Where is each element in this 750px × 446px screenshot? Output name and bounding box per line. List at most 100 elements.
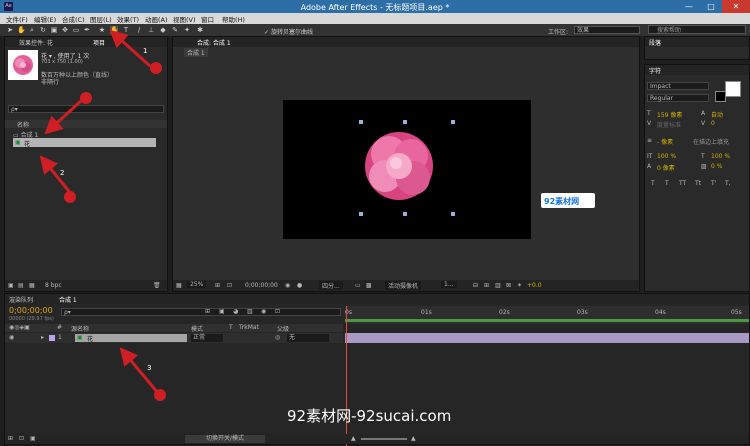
mask-tool-icon[interactable]: ▭: [72, 26, 80, 34]
flowchart-icon[interactable]: ⊠: [506, 282, 511, 289]
table-row[interactable]: ◉ ▸ 1 ▣ 花 正常 ◎ 无: [5, 333, 343, 343]
menu-effect[interactable]: 效果(T): [117, 14, 139, 24]
interpret-footage-icon[interactable]: ▣: [8, 282, 14, 289]
expand-layer-icon[interactable]: ▸: [41, 334, 44, 341]
mask-visibility-icon[interactable]: ⊡: [227, 282, 232, 289]
subscript-button[interactable]: T,: [725, 180, 731, 187]
font-family-select[interactable]: Impact: [647, 82, 709, 90]
stroke-option[interactable]: 在描边上填充: [693, 137, 729, 146]
camera-tool-icon[interactable]: ▣: [50, 26, 58, 34]
tab-comp-1[interactable]: 合成 1: [59, 295, 77, 304]
column-trkmat[interactable]: TrkMat: [239, 324, 259, 331]
exposure-icon[interactable]: ✶: [517, 282, 522, 289]
comp-subtab[interactable]: 合成 1: [184, 48, 208, 57]
font-size-value[interactable]: 159 像素: [657, 110, 682, 119]
visibility-eye-icon[interactable]: ◉: [9, 334, 14, 341]
column-number[interactable]: #: [57, 324, 62, 331]
pick-whip-icon[interactable]: ◎: [275, 334, 280, 341]
hand-tool-active-icon[interactable]: ✋: [110, 26, 119, 34]
graph-editor-icon[interactable]: ⊡: [275, 308, 280, 315]
transparency-grid-icon[interactable]: ▩: [366, 282, 372, 289]
column-mode[interactable]: 模式: [191, 324, 203, 333]
column-source-name[interactable]: 源名称: [71, 324, 89, 333]
menu-file[interactable]: 文件(F): [6, 14, 28, 24]
close-button[interactable]: ✕: [722, 0, 750, 13]
tab-render-queue[interactable]: 渲染队列: [9, 295, 33, 304]
rotate-tool-icon[interactable]: ↻: [39, 26, 47, 34]
layer-parent-select[interactable]: 无: [287, 334, 329, 342]
column-name[interactable]: 名称: [17, 120, 29, 129]
comp-canvas[interactable]: [283, 100, 531, 239]
type-tool-icon[interactable]: T: [122, 26, 130, 34]
comp-timecode[interactable]: 0;00;00;00: [245, 282, 278, 289]
new-comp-icon[interactable]: ▦: [29, 282, 35, 289]
timeline-timecode[interactable]: 0;00;00;00: [9, 306, 53, 315]
baseline-value[interactable]: 0 像素: [657, 163, 675, 172]
superscript-button[interactable]: T': [711, 180, 716, 187]
in-out-icon[interactable]: ▣: [30, 435, 36, 442]
tab-character[interactable]: 字符: [649, 66, 661, 75]
tab-effect-controls[interactable]: 效果控件: 花: [19, 38, 53, 47]
new-folder-icon[interactable]: ▤: [18, 282, 24, 289]
menu-edit[interactable]: 编辑(E): [34, 14, 56, 24]
layer-duration-bar[interactable]: [345, 333, 749, 343]
pin-tool-icon[interactable]: ✱: [196, 26, 204, 34]
maximize-button[interactable]: □: [700, 0, 722, 13]
exposure-value[interactable]: +0.0: [527, 282, 542, 289]
all-caps-button[interactable]: TT: [679, 180, 686, 187]
motion-blur-icon[interactable]: ◉: [261, 308, 266, 315]
layer-mode-select[interactable]: 正常: [191, 334, 223, 342]
bpc-label[interactable]: 8 bpc: [45, 282, 62, 289]
menu-window[interactable]: 窗口: [201, 14, 214, 24]
zoom-tool-icon[interactable]: ⌕: [28, 26, 36, 34]
layer-name-field[interactable]: ▣ 花: [75, 334, 187, 343]
show-snapshot-icon[interactable]: ●: [297, 282, 302, 289]
resolution-select[interactable]: 四分...: [319, 281, 343, 290]
time-ruler[interactable]: 0s 01s 02s 03s 04s 05s: [345, 306, 749, 324]
column-parent[interactable]: 父级: [277, 324, 289, 333]
grid-icon[interactable]: ⊞: [215, 282, 220, 289]
minimize-button[interactable]: —: [678, 0, 700, 13]
menu-layer[interactable]: 图层(L): [90, 14, 112, 24]
stroke-color-swatch[interactable]: [715, 91, 726, 102]
menu-composition[interactable]: 合成(C): [62, 14, 85, 24]
vscale-value[interactable]: 100 %: [657, 153, 676, 160]
brush-tool-icon[interactable]: ∕: [135, 26, 143, 34]
tab-paragraph[interactable]: 段落: [649, 38, 661, 47]
toggle-pixel-icon[interactable]: ⊟: [473, 282, 478, 289]
roi-icon[interactable]: ▭: [355, 282, 361, 289]
snap-checkbox[interactable]: ✓ 旋转贝塞尔曲线: [264, 27, 313, 36]
always-preview-icon[interactable]: ▦: [176, 282, 182, 289]
pen-tool-icon[interactable]: ✒: [83, 26, 91, 34]
hand-tool-icon[interactable]: ✋: [17, 26, 26, 34]
zoom-out-icon[interactable]: ▲: [351, 435, 356, 442]
selection-tool-icon[interactable]: ➤: [6, 26, 14, 34]
tab-project[interactable]: 项目: [93, 38, 105, 47]
snapshot-icon[interactable]: ◉: [285, 282, 290, 289]
layer-switches-icon[interactable]: ⊞: [8, 435, 13, 442]
zoom-select[interactable]: 25%: [187, 281, 207, 288]
roto-brush-icon[interactable]: ✎: [171, 26, 179, 34]
column-t[interactable]: T: [229, 324, 233, 331]
small-caps-button[interactable]: Tt: [695, 180, 701, 187]
menu-help[interactable]: 帮助(H): [222, 14, 245, 24]
faux-bold-button[interactable]: T: [651, 180, 655, 187]
puppet-pin-icon[interactable]: ★: [98, 26, 106, 34]
delete-icon[interactable]: 🗑: [153, 282, 161, 289]
zoom-slider[interactable]: [361, 438, 407, 440]
font-style-select[interactable]: Regular: [647, 94, 709, 102]
work-area-bar[interactable]: [345, 319, 749, 322]
shy-layers-icon[interactable]: ◕: [233, 308, 238, 315]
transfer-controls-icon[interactable]: ⊡: [19, 435, 24, 442]
leading-value[interactable]: 自动: [711, 110, 723, 119]
views-select[interactable]: 1...: [441, 281, 457, 288]
timeline-icon[interactable]: ▥: [495, 282, 501, 289]
timeline-search-input[interactable]: ρ▾: [61, 308, 341, 316]
project-search-input[interactable]: ρ▾: [8, 105, 164, 113]
toggle-switches-button[interactable]: 切换开关/模式: [185, 435, 265, 443]
help-search-input[interactable]: 搜索帮助: [648, 25, 746, 34]
kerning-value[interactable]: 度量标准: [657, 120, 681, 129]
comp-mini-flowchart-icon[interactable]: ⊞: [205, 308, 210, 315]
faux-italic-button[interactable]: T: [665, 180, 669, 187]
list-item-selected[interactable]: ▣ 花: [13, 138, 156, 148]
